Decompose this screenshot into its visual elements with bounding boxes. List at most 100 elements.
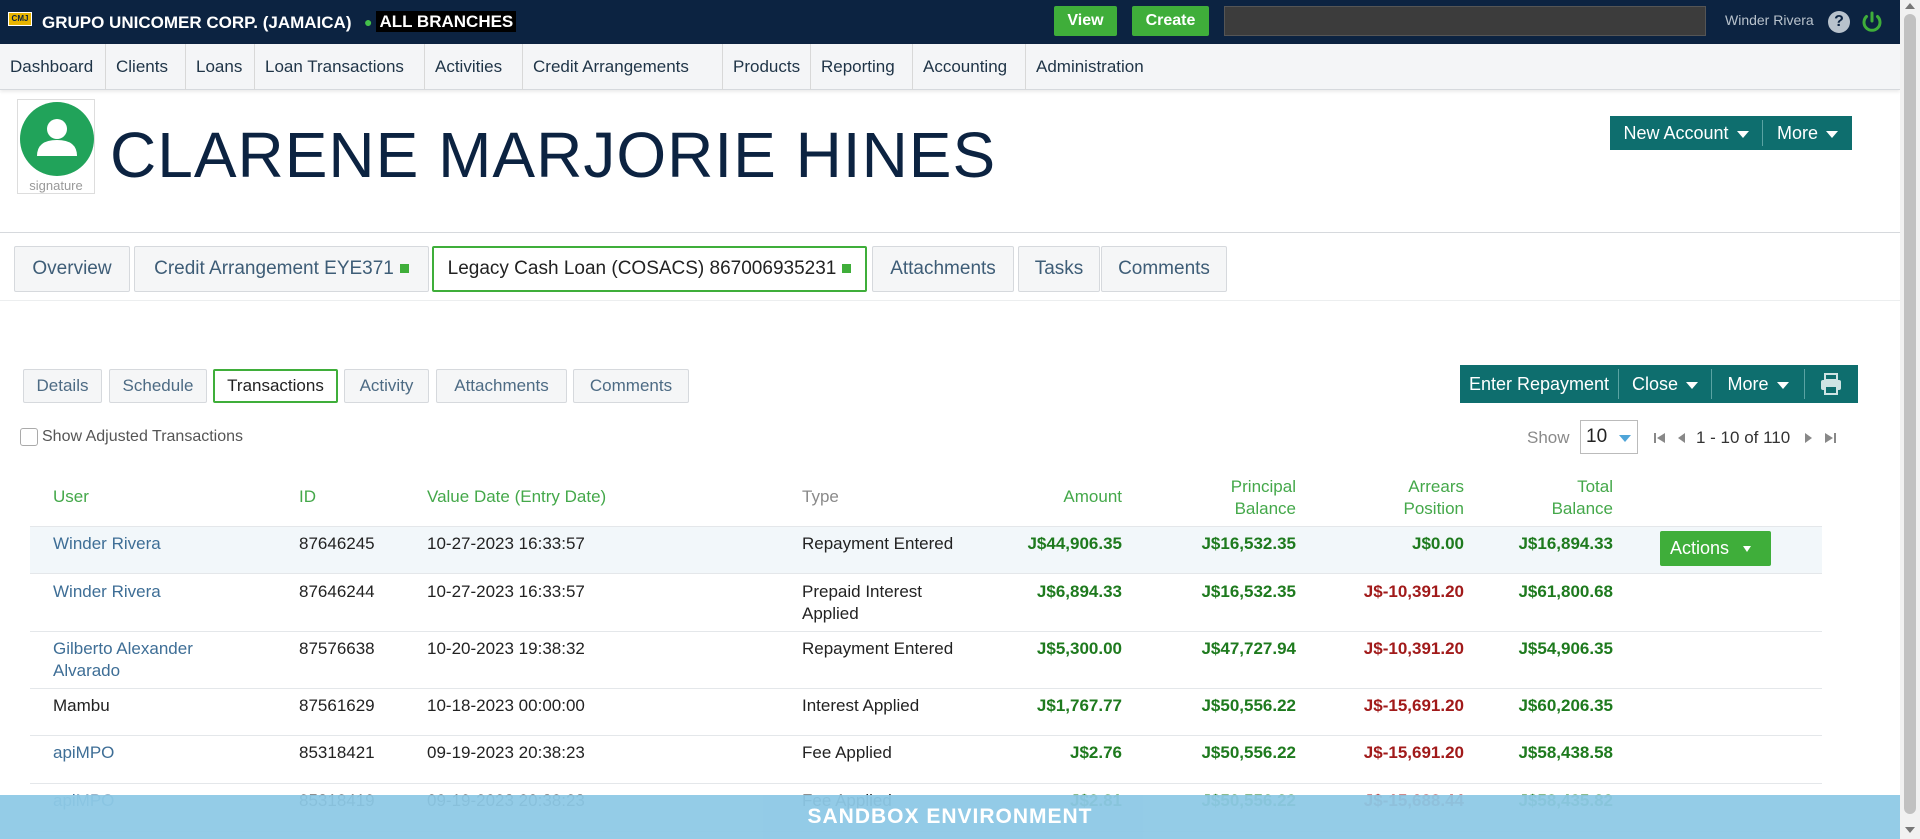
nav-reporting[interactable]: Reporting: [811, 44, 913, 90]
power-icon[interactable]: [1860, 10, 1884, 34]
sandbox-environment-banner: SANDBOX ENVIRONMENT: [0, 795, 1900, 839]
row-date: 10-27-2023 16:33:57: [427, 534, 585, 553]
scroll-up-icon[interactable]: [1905, 3, 1915, 9]
checkbox-icon[interactable]: [20, 428, 38, 446]
new-account-button[interactable]: New Account: [1610, 116, 1762, 150]
branch-label: ALL BRANCHES: [376, 11, 517, 32]
subtab-schedule[interactable]: Schedule: [109, 369, 207, 403]
status-square-icon: [399, 264, 409, 274]
chevron-down-icon: [1736, 130, 1749, 138]
row-id: 87646244: [299, 582, 375, 601]
subtab-transactions[interactable]: Transactions: [213, 369, 338, 403]
row-principal-balance: J$50,556.22: [1201, 696, 1296, 715]
row-user-link[interactable]: Winder Rivera: [53, 581, 161, 603]
create-button[interactable]: Create: [1132, 6, 1209, 36]
column-value-date[interactable]: Value Date (Entry Date): [427, 486, 606, 508]
row-id: 87561629: [299, 696, 375, 715]
subtab-comments[interactable]: Comments: [573, 369, 689, 403]
nav-accounting[interactable]: Accounting: [913, 44, 1026, 90]
print-icon[interactable]: [1818, 371, 1844, 397]
row-user-link[interactable]: Winder Rivera: [53, 533, 161, 555]
branch-status-dot-icon: ●: [364, 14, 373, 30]
column-total-balance[interactable]: Total Balance: [1480, 476, 1613, 520]
client-avatar[interactable]: signature: [17, 99, 95, 194]
nav-activities[interactable]: Activities: [425, 44, 523, 90]
row-user: Mambu: [53, 696, 110, 715]
page-scrollbar[interactable]: [1900, 0, 1920, 839]
nav-loan-transactions[interactable]: Loan Transactions: [255, 44, 425, 90]
row-type: Fee Applied: [802, 743, 892, 762]
view-button[interactable]: View: [1054, 6, 1117, 36]
signature-label[interactable]: signature: [18, 178, 94, 193]
nav-dashboard[interactable]: Dashboard: [0, 44, 106, 90]
column-principal-balance[interactable]: Principal Balance: [1150, 476, 1296, 520]
subtab-activity[interactable]: Activity: [344, 369, 429, 403]
row-principal-balance: J$50,556.22: [1201, 743, 1296, 762]
nav-credit-arrangements[interactable]: Credit Arrangements: [523, 44, 723, 90]
nav-administration[interactable]: Administration: [1026, 44, 1166, 90]
page-size-select[interactable]: 10: [1580, 420, 1638, 454]
column-user[interactable]: User: [53, 486, 89, 508]
row-date: 09-19-2023 20:38:23: [427, 743, 585, 762]
tab-overview[interactable]: Overview: [14, 246, 130, 292]
transaction-actions-group: Enter Repayment Close More: [1460, 365, 1858, 403]
search-input[interactable]: [1224, 6, 1706, 36]
row-type: Repayment Entered: [802, 534, 954, 553]
row-type: Interest Applied: [802, 696, 920, 715]
column-arrears-position[interactable]: Arrears Position: [1330, 476, 1464, 520]
tab-attachments[interactable]: Attachments: [872, 246, 1014, 292]
nav-loans[interactable]: Loans: [186, 44, 255, 90]
row-principal-balance: J$16,532.35: [1201, 534, 1296, 553]
row-arrears-position: J$0.00: [1412, 534, 1464, 553]
main-navigation: Dashboard Clients Loans Loan Transaction…: [0, 44, 1900, 90]
divider: [0, 232, 1900, 233]
tab-comments[interactable]: Comments: [1101, 246, 1227, 292]
scrollbar-thumb[interactable]: [1904, 14, 1916, 814]
row-user-link[interactable]: Gilberto Alexander Alvarado: [53, 638, 193, 682]
row-arrears-position: J$-15,691.20: [1363, 696, 1464, 715]
next-page-icon[interactable]: [1800, 430, 1816, 446]
branch-selector[interactable]: ● ALL BRANCHES: [364, 11, 517, 32]
row-amount: J$1,767.77: [1036, 696, 1122, 715]
show-adjusted-checkbox[interactable]: Show Adjusted Transactions: [20, 428, 243, 446]
subtab-attachments[interactable]: Attachments: [436, 369, 567, 403]
row-type: Prepaid Interest Applied: [802, 582, 923, 623]
row-arrears-position: J$-10,391.20: [1363, 582, 1464, 601]
row-total-balance: J$60,206.35: [1518, 696, 1613, 715]
company-logo[interactable]: CMJ: [8, 12, 32, 26]
close-button[interactable]: Close: [1619, 365, 1711, 403]
more-button[interactable]: More: [1712, 365, 1804, 403]
help-icon[interactable]: ?: [1828, 11, 1850, 33]
enter-repayment-button[interactable]: Enter Repayment: [1460, 365, 1618, 403]
nav-products[interactable]: Products: [723, 44, 811, 90]
tab-tasks[interactable]: Tasks: [1018, 246, 1100, 292]
last-page-icon[interactable]: [1822, 430, 1838, 446]
tab-legacy-cash-loan[interactable]: Legacy Cash Loan (COSACS) 867006935231: [432, 246, 867, 292]
status-square-icon: [842, 264, 852, 274]
chevron-down-icon: [1743, 546, 1752, 553]
scroll-down-icon[interactable]: [1905, 827, 1915, 833]
previous-page-icon[interactable]: [1674, 430, 1690, 446]
first-page-icon[interactable]: [1652, 430, 1668, 446]
actions-button[interactable]: Actions: [1660, 531, 1771, 566]
row-id: 87576638: [299, 639, 375, 658]
organization-name: GRUPO UNICOMER CORP. (JAMAICA): [42, 13, 352, 32]
chevron-down-icon: [1776, 381, 1789, 389]
current-user[interactable]: Winder Rivera: [1725, 12, 1814, 28]
pagination-text: 1 - 10 of 110: [1696, 428, 1791, 447]
column-type[interactable]: Type: [802, 486, 839, 508]
subtab-details[interactable]: Details: [23, 369, 102, 403]
row-arrears-position: J$-10,391.20: [1363, 639, 1464, 658]
client-actions-group: New Account More: [1610, 116, 1852, 150]
column-amount[interactable]: Amount: [1000, 486, 1122, 508]
row-date: 10-20-2023 19:38:32: [427, 639, 585, 658]
row-total-balance: J$54,906.35: [1518, 639, 1613, 658]
row-date: 10-27-2023 16:33:57: [427, 582, 585, 601]
column-id[interactable]: ID: [299, 486, 316, 508]
row-user-link[interactable]: apiMPO: [53, 742, 114, 764]
tab-credit-arrangement[interactable]: Credit Arrangement EYE371: [134, 246, 429, 292]
nav-clients[interactable]: Clients: [106, 44, 186, 90]
more-button[interactable]: More: [1763, 116, 1852, 150]
row-amount: J$6,894.33: [1036, 582, 1122, 601]
row-total-balance: J$61,800.68: [1518, 582, 1613, 601]
